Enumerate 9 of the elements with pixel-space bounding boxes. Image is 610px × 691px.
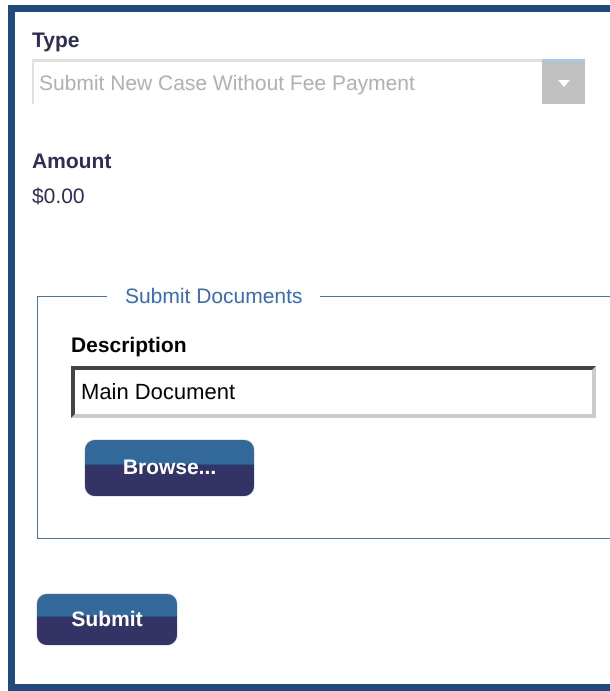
group-legend: Submit Documents	[107, 281, 320, 312]
dropdown-caret-icon	[542, 59, 585, 104]
browse-button[interactable]: Browse...	[85, 440, 254, 496]
amount-label: Amount	[32, 151, 112, 172]
type-label: Type	[32, 30, 80, 51]
description-field[interactable]: Main Document	[71, 366, 596, 418]
submit-button[interactable]: Submit	[37, 594, 177, 645]
amount-value: $0.00	[32, 186, 86, 207]
description-label: Description	[71, 334, 188, 356]
